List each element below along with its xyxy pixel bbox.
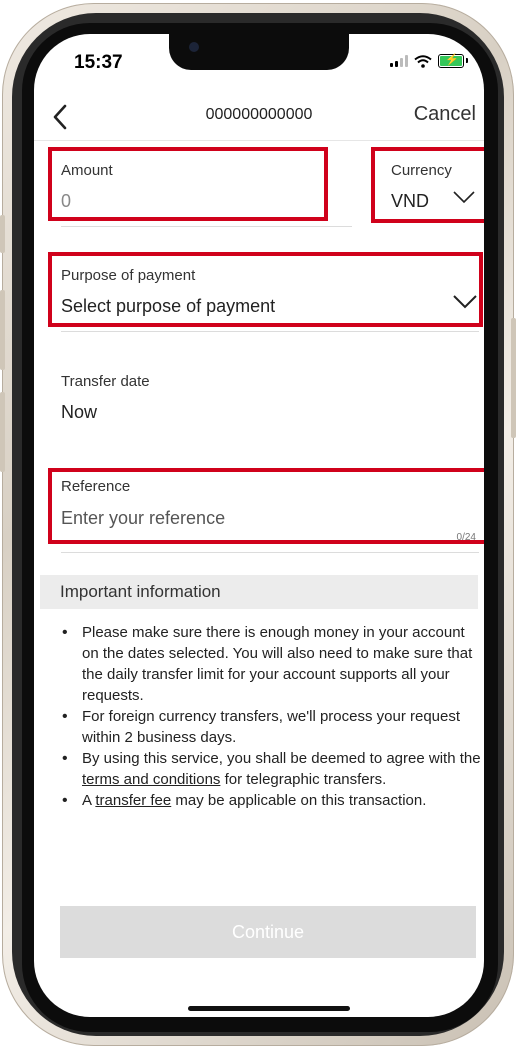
continue-button[interactable]: Continue <box>60 906 476 958</box>
amount-underline <box>61 226 352 227</box>
bullet-text: For foreign currency transfers, we'll pr… <box>82 708 461 746</box>
important-info-title: Important information <box>60 582 221 601</box>
important-info-header: Important information <box>40 575 478 609</box>
terms-and-conditions-link[interactable]: terms and conditions <box>82 771 220 788</box>
nav-divider <box>34 140 484 141</box>
highlight-box-amount <box>48 147 328 221</box>
cellular-signal-icon <box>390 55 408 67</box>
bullet-text: for telegraphic transfers. <box>220 771 387 788</box>
list-item: By using this service, you shall be deem… <box>62 748 482 790</box>
transfer-fee-link[interactable]: transfer fee <box>95 792 171 809</box>
highlight-box-reference <box>48 468 484 544</box>
status-time: 15:37 <box>74 52 123 73</box>
nav-bar: 000000000000 Cancel <box>34 100 484 144</box>
home-indicator <box>188 1006 350 1011</box>
bullet-text: By using this service, you shall be deem… <box>82 750 481 767</box>
battery-charging-icon: ⚡ <box>438 54 468 68</box>
list-item: For foreign currency transfers, we'll pr… <box>62 706 482 748</box>
volume-up-button <box>0 290 5 370</box>
reference-underline <box>61 552 479 553</box>
bullet-text: may be applicable on this transaction. <box>171 792 427 809</box>
app-screen: 15:37 ⚡ 000000000000 Cancel Amount 0 Cur… <box>34 34 484 1017</box>
important-info-list: Please make sure there is enough money i… <box>62 622 482 811</box>
list-item: A transfer fee may be applicable on this… <box>62 790 482 811</box>
mute-switch <box>0 215 5 253</box>
bullet-text: Please make sure there is enough money i… <box>82 624 473 704</box>
highlight-box-purpose <box>48 252 483 327</box>
bullet-text: A <box>82 792 96 809</box>
power-button <box>511 318 516 438</box>
camera-icon <box>189 42 199 52</box>
status-icons: ⚡ <box>390 54 468 68</box>
list-item: Please make sure there is enough money i… <box>62 622 482 706</box>
transfer-date-value: Now <box>61 402 98 422</box>
transfer-date-label: Transfer date <box>61 373 150 390</box>
wifi-icon <box>414 54 432 68</box>
notch <box>169 34 349 70</box>
highlight-box-currency <box>371 147 484 223</box>
purpose-underline <box>61 331 479 332</box>
volume-down-button <box>0 392 5 472</box>
cancel-button[interactable]: Cancel <box>414 103 476 126</box>
